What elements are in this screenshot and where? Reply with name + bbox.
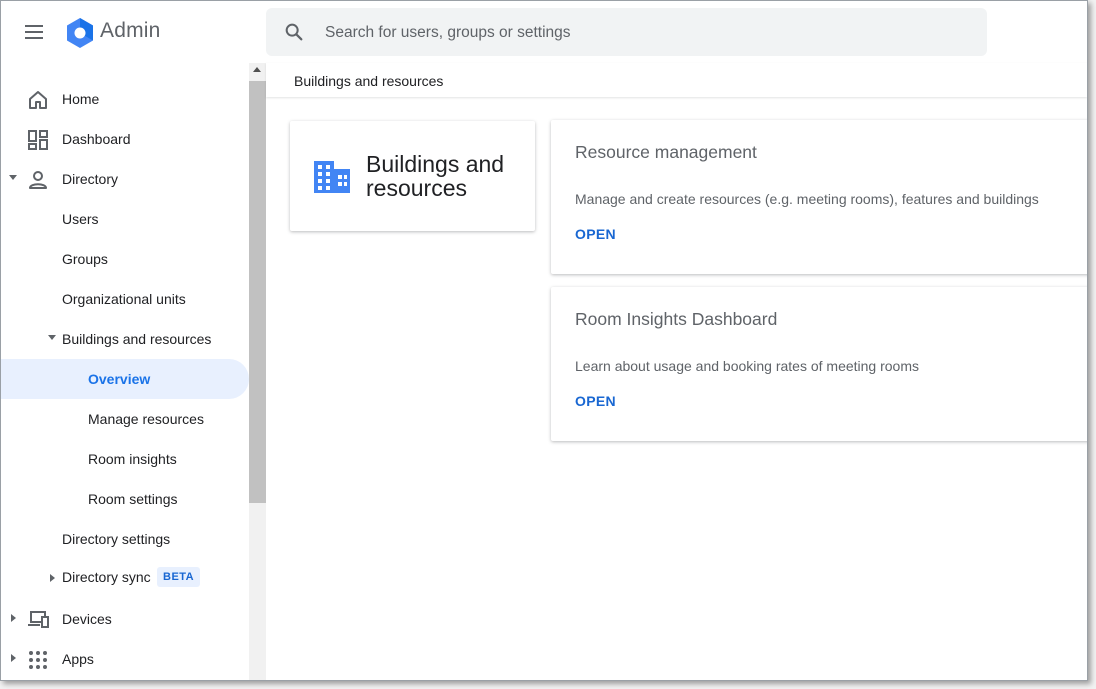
sidebar-item-dashboard[interactable]: Dashboard [1, 119, 249, 159]
sidebar-item-apps[interactable]: Apps [1, 639, 249, 679]
app-title: Admin [100, 19, 161, 42]
main-content: Buildings and resources Buildings and re… [266, 63, 1087, 680]
open-button[interactable]: OPEN [575, 226, 616, 242]
sidebar-item-label: Manage resources [88, 411, 204, 427]
search-bar[interactable] [266, 8, 987, 58]
sidebar-item-label: Organizational units [62, 291, 186, 307]
card-title: Room Insights Dashboard [575, 309, 778, 329]
sidebar-item-buildings-and-resources[interactable]: Buildings and resources [1, 319, 249, 359]
sidebar-item-label: Users [62, 211, 99, 227]
card-description: Manage and create resources (e.g. meetin… [575, 191, 1039, 207]
admin-logo-icon [67, 18, 93, 48]
sidebar-item-label: Room insights [88, 451, 177, 467]
sidebar-item-label: Dashboard [62, 131, 131, 147]
section-title: Buildings and resources [366, 151, 505, 201]
breadcrumb: Buildings and resources [294, 73, 444, 89]
sidebar-item-users[interactable]: Users [1, 199, 249, 239]
apps-grid-icon [29, 651, 47, 669]
sidebar-item-label: Directory settings [62, 531, 171, 547]
main-menu-button[interactable] [23, 20, 49, 44]
sidebar-item-organizational-units[interactable]: Organizational units [1, 279, 249, 319]
chevron-down-icon [9, 175, 17, 180]
devices-icon [28, 611, 49, 628]
sidebar-item-room-settings[interactable]: Room settings [1, 479, 249, 519]
sidebar-item-label: Buildings and resources [62, 331, 212, 347]
sidebar-item-label: Overview [88, 371, 151, 387]
card-title: Resource management [575, 142, 757, 162]
admin-window: Admin Home Dashboard [0, 0, 1088, 681]
building-icon [314, 161, 350, 193]
breadcrumb-bar: Buildings and resources [266, 63, 1087, 97]
sidebar-scrollbar[interactable] [249, 63, 266, 680]
sidebar-item-directory[interactable]: Directory [1, 159, 249, 199]
sidebar-item-label: Devices [62, 611, 112, 627]
search-input[interactable] [323, 8, 967, 58]
dashboard-icon [28, 130, 48, 150]
sidebar-item-label: Directory [62, 171, 119, 187]
sidebar-item-manage-resources[interactable]: Manage resources [1, 399, 249, 439]
sidebar-item-groups[interactable]: Groups [1, 239, 249, 279]
sidebar-item-label: Apps [62, 651, 94, 667]
top-bar: Admin [1, 1, 1087, 63]
chevron-right-icon [11, 614, 16, 622]
open-button[interactable]: OPEN [575, 393, 616, 409]
beta-badge: BETA [157, 567, 201, 587]
sidebar-item-room-insights[interactable]: Room insights [1, 439, 249, 479]
sidebar-item-directory-settings[interactable]: Directory settings [1, 519, 249, 559]
sidebar-item-label: Groups [62, 251, 108, 267]
chevron-down-icon [48, 335, 56, 340]
sidebar-item-devices[interactable]: Devices [1, 599, 249, 639]
sidebar-item-directory-sync[interactable]: Directory sync BETA [1, 559, 249, 599]
search-icon [285, 23, 303, 41]
chevron-right-icon [11, 654, 16, 662]
room-insights-card: Room Insights Dashboard Learn about usag… [551, 287, 1087, 441]
person-icon [29, 171, 47, 189]
chevron-right-icon [50, 574, 55, 582]
sidebar-nav: Home Dashboard Directory Users Groups Or… [1, 63, 249, 680]
sidebar-item-label: Directory sync [62, 569, 151, 585]
scroll-up-arrow-icon[interactable] [253, 67, 261, 72]
home-icon [29, 91, 47, 109]
card-description: Learn about usage and booking rates of m… [575, 358, 920, 374]
sidebar-item-home[interactable]: Home [1, 79, 249, 119]
scrollbar-thumb[interactable] [249, 81, 266, 503]
sidebar-item-overview[interactable]: Overview [1, 359, 249, 399]
section-title-card: Buildings and resources [290, 121, 535, 231]
sidebar-item-label: Home [62, 91, 100, 107]
resource-management-card: Resource management Manage and create re… [551, 120, 1087, 274]
sidebar-item-label: Room settings [88, 491, 178, 507]
